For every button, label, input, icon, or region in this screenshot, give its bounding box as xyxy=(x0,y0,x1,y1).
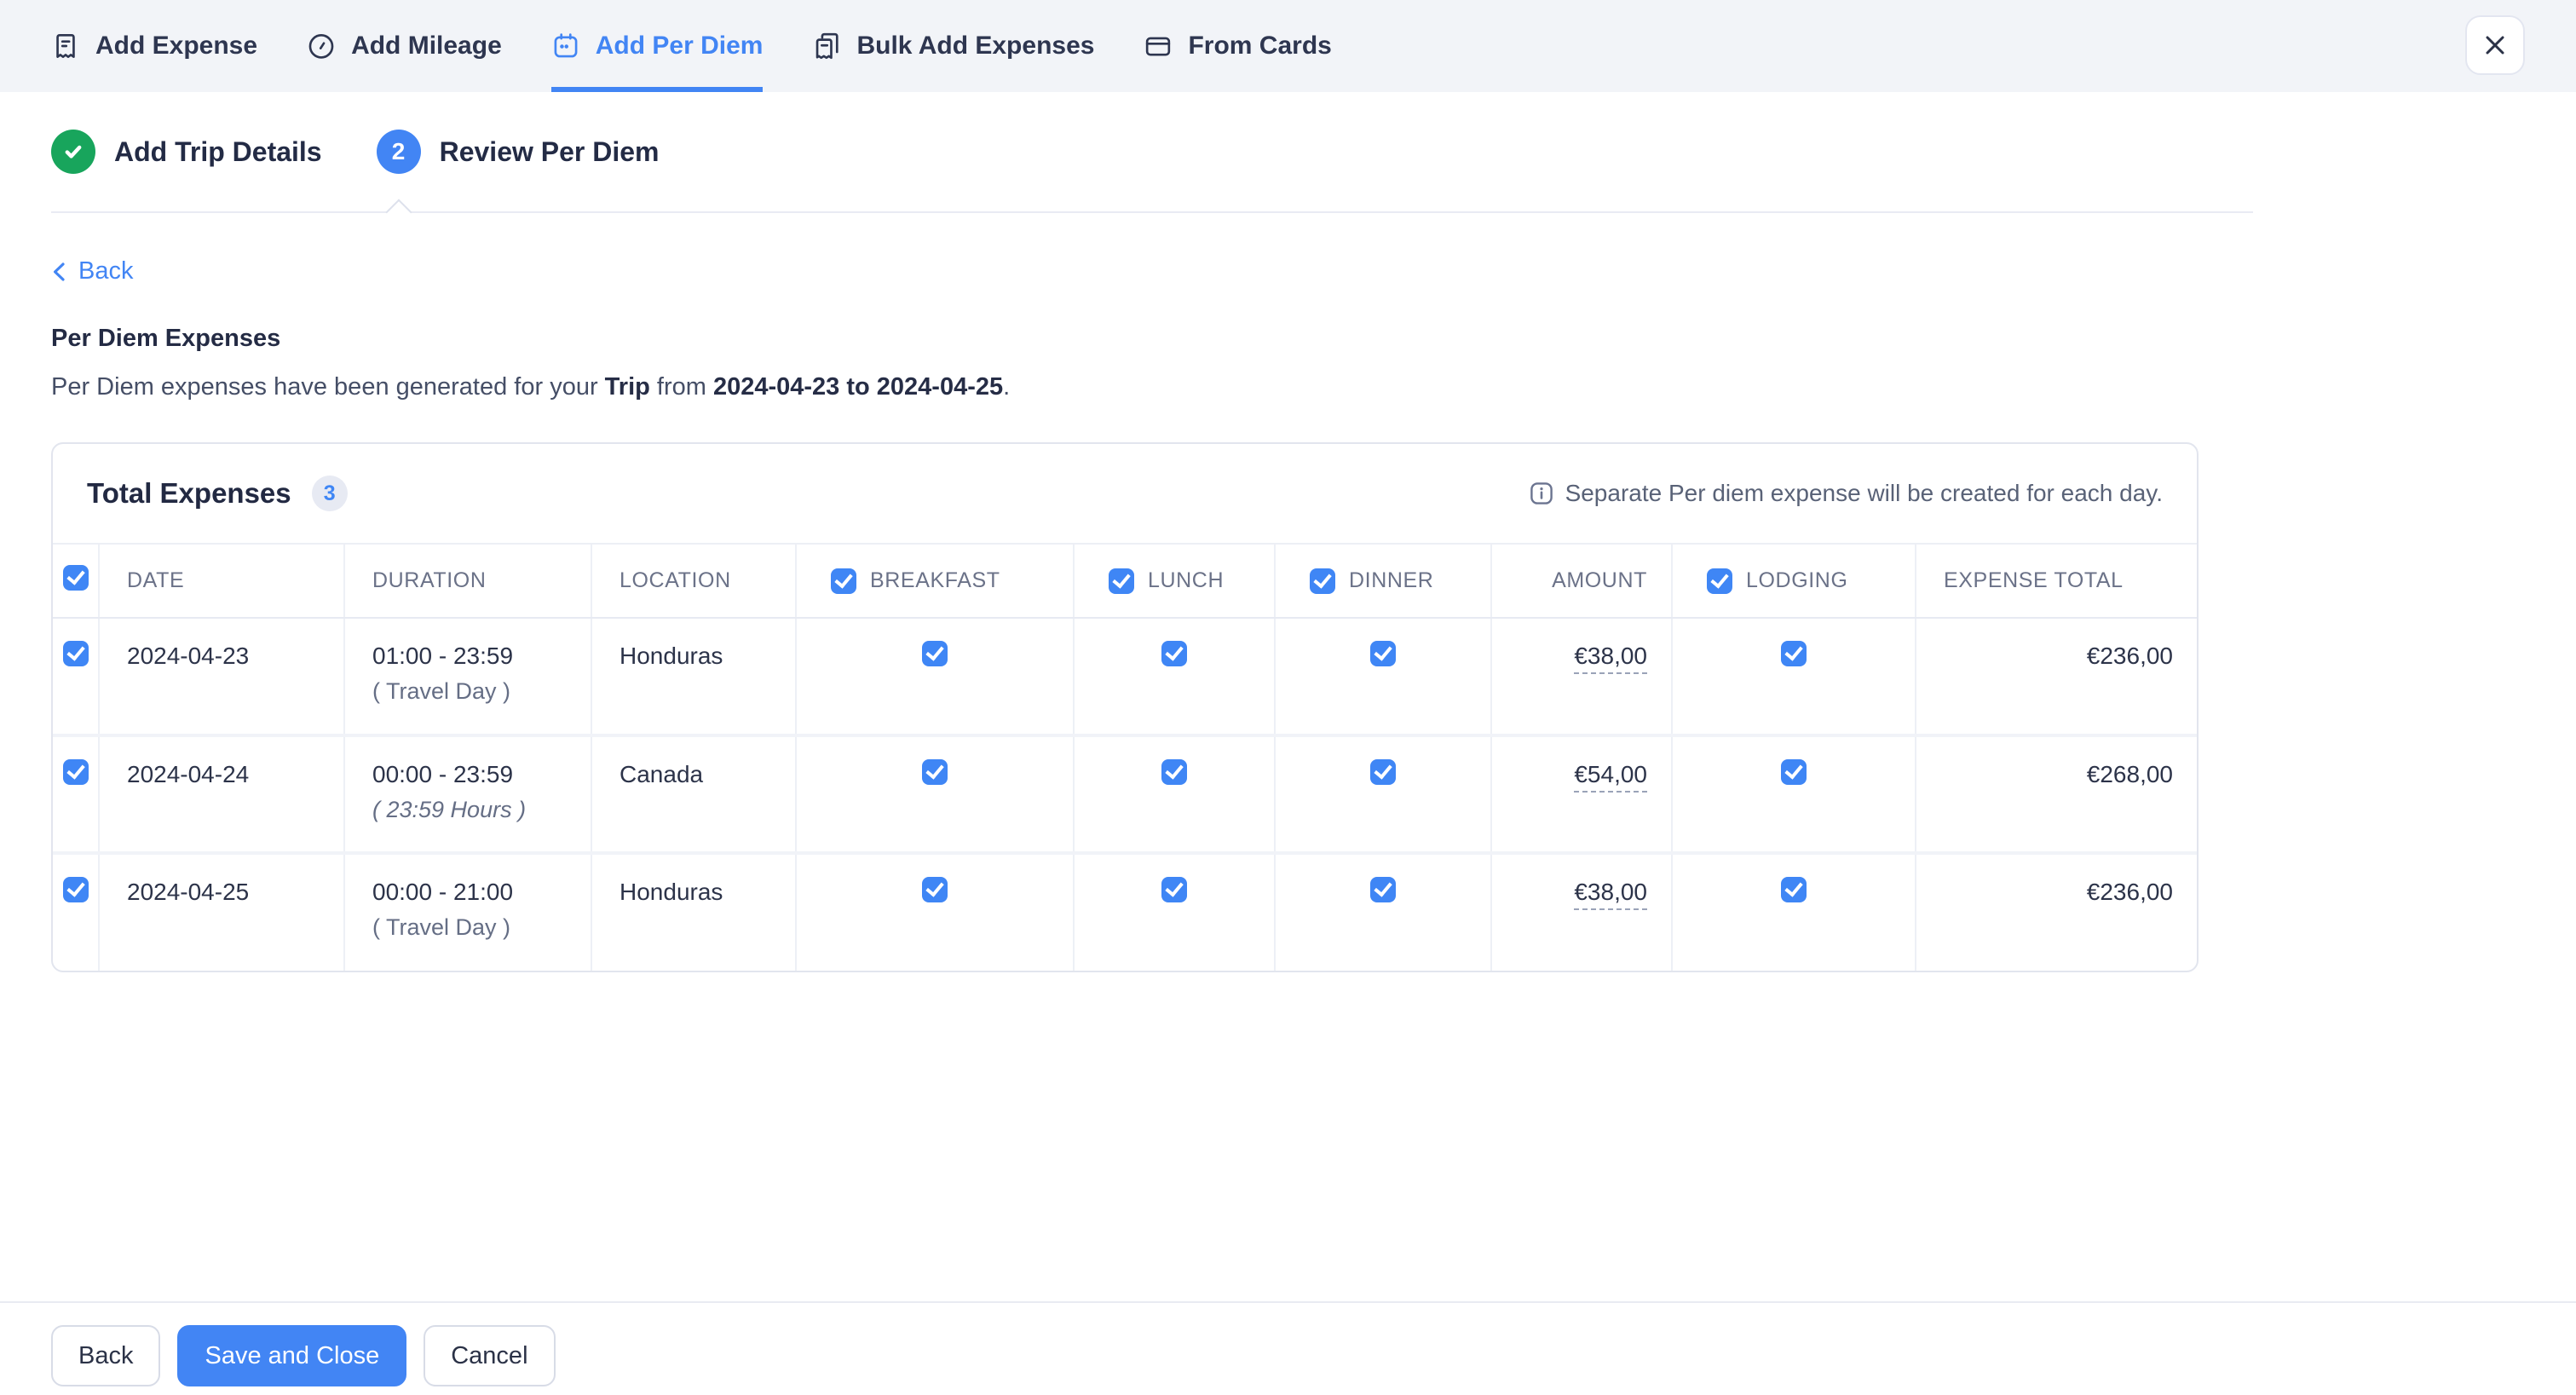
table-row: 2024-04-23 01:00 - 23:59 ( Travel Day ) … xyxy=(53,618,2199,735)
column-header-date: DATE xyxy=(99,545,344,618)
date-cell: 2024-04-25 xyxy=(99,853,344,971)
lunch-checkbox[interactable] xyxy=(1161,641,1187,666)
save-and-close-button[interactable]: Save and Close xyxy=(177,1325,406,1386)
duration-cell: 00:00 - 21:00 ( Travel Day ) xyxy=(344,853,591,971)
step-review-per-diem[interactable]: 2 Review Per Diem xyxy=(377,130,660,174)
lodging-column-checkbox[interactable] xyxy=(1707,568,1732,594)
lodging-checkbox[interactable] xyxy=(1781,759,1807,785)
per-diem-table: DATE DURATION LOCATION BREAKFAST LUNCH D… xyxy=(53,545,2199,971)
column-header-location: LOCATION xyxy=(591,545,796,618)
breakfast-checkbox[interactable] xyxy=(922,759,948,785)
cancel-button[interactable]: Cancel xyxy=(424,1325,555,1386)
step-complete-check-icon xyxy=(51,130,95,174)
location-cell: Honduras xyxy=(591,618,796,735)
breakfast-checkbox[interactable] xyxy=(922,877,948,902)
dialog-footer: Back Save and Close Cancel xyxy=(0,1301,2576,1395)
column-header-lodging: LODGING xyxy=(1746,568,1848,593)
dinner-checkbox[interactable] xyxy=(1370,877,1396,902)
duration-note: ( Travel Day ) xyxy=(372,914,589,941)
active-step-caret xyxy=(385,199,412,225)
calendar-icon xyxy=(551,32,580,61)
step-add-trip-details[interactable]: Add Trip Details xyxy=(51,130,322,174)
expense-total-cell: €236,00 xyxy=(1916,618,2199,735)
tab-label: From Cards xyxy=(1188,32,1331,61)
location-cell: Canada xyxy=(591,735,796,853)
row-select-checkbox[interactable] xyxy=(63,877,89,902)
per-diem-note: Separate Per diem expense will be create… xyxy=(1530,480,2163,507)
total-expenses-card: Total Expenses 3 Separate Per diem expen… xyxy=(51,442,2199,972)
page-description: Per Diem expenses have been generated fo… xyxy=(51,373,2576,401)
location-cell: Honduras xyxy=(591,853,796,971)
back-button[interactable]: Back xyxy=(51,1325,160,1386)
tab-label: Bulk Add Expenses xyxy=(856,32,1094,61)
amount-value[interactable]: €54,00 xyxy=(1574,761,1647,793)
amount-value[interactable]: €38,00 xyxy=(1574,879,1647,910)
close-button[interactable] xyxy=(2465,15,2525,75)
table-row: 2024-04-24 00:00 - 23:59 ( 23:59 Hours )… xyxy=(53,735,2199,853)
breakfast-checkbox[interactable] xyxy=(922,641,948,666)
column-header-lunch: LUNCH xyxy=(1148,568,1224,593)
column-header-breakfast: BREAKFAST xyxy=(870,568,1000,593)
gauge-icon xyxy=(307,32,336,61)
tab-label: Add Expense xyxy=(95,32,257,61)
expense-count-badge: 3 xyxy=(312,476,348,511)
lunch-column-checkbox[interactable] xyxy=(1109,568,1134,594)
card-header: Total Expenses 3 Separate Per diem expen… xyxy=(53,444,2197,545)
tab-from-cards[interactable]: From Cards xyxy=(1144,0,1331,92)
duration-note: ( 23:59 Hours ) xyxy=(372,797,589,823)
lunch-checkbox[interactable] xyxy=(1161,759,1187,785)
column-header-expense-total: EXPENSE TOTAL xyxy=(1916,545,2199,618)
dialog-tabbar: Add Expense Add Mileage Add Per Diem xyxy=(0,0,2576,92)
date-cell: 2024-04-23 xyxy=(99,618,344,735)
chevron-left-icon xyxy=(51,262,66,282)
breakfast-column-checkbox[interactable] xyxy=(831,568,856,594)
credit-card-icon xyxy=(1144,32,1173,61)
tab-add-expense[interactable]: Add Expense xyxy=(51,0,257,92)
lodging-checkbox[interactable] xyxy=(1781,877,1807,902)
expense-type-tabs: Add Expense Add Mileage Add Per Diem xyxy=(51,0,1332,92)
duration-cell: 00:00 - 23:59 ( 23:59 Hours ) xyxy=(344,735,591,853)
tab-add-mileage[interactable]: Add Mileage xyxy=(307,0,502,92)
info-icon xyxy=(1530,481,1553,505)
date-cell: 2024-04-24 xyxy=(99,735,344,853)
dinner-checkbox[interactable] xyxy=(1370,641,1396,666)
table-header-row: DATE DURATION LOCATION BREAKFAST LUNCH D… xyxy=(53,545,2199,618)
duration-note: ( Travel Day ) xyxy=(372,678,589,705)
step-label: Add Trip Details xyxy=(114,136,322,168)
step-label: Review Per Diem xyxy=(440,136,660,168)
dinner-column-checkbox[interactable] xyxy=(1310,568,1335,594)
back-link[interactable]: Back xyxy=(51,257,133,285)
column-header-duration: DURATION xyxy=(344,545,591,618)
row-select-checkbox[interactable] xyxy=(63,641,89,666)
amount-value[interactable]: €38,00 xyxy=(1574,643,1647,674)
select-all-checkbox[interactable] xyxy=(63,565,89,591)
column-header-dinner: DINNER xyxy=(1349,568,1433,593)
per-diem-dialog: Add Expense Add Mileage Add Per Diem xyxy=(0,0,2576,1395)
dinner-checkbox[interactable] xyxy=(1370,759,1396,785)
tab-label: Add Per Diem xyxy=(596,32,764,61)
tab-add-per-diem[interactable]: Add Per Diem xyxy=(551,0,764,92)
table-row: 2024-04-25 00:00 - 21:00 ( Travel Day ) … xyxy=(53,853,2199,971)
step-number-badge: 2 xyxy=(377,130,421,174)
column-header-amount: AMOUNT xyxy=(1491,545,1672,618)
close-icon xyxy=(2482,32,2508,58)
wizard-steps: Add Trip Details 2 Review Per Diem xyxy=(51,92,2253,213)
expense-total-cell: €268,00 xyxy=(1916,735,2199,853)
lunch-checkbox[interactable] xyxy=(1161,877,1187,902)
lodging-checkbox[interactable] xyxy=(1781,641,1807,666)
duration-cell: 01:00 - 23:59 ( Travel Day ) xyxy=(344,618,591,735)
tab-bulk-add-expenses[interactable]: Bulk Add Expenses xyxy=(812,0,1094,92)
receipt-icon xyxy=(51,32,80,61)
card-title: Total Expenses xyxy=(87,477,291,510)
tab-label: Add Mileage xyxy=(351,32,502,61)
expense-total-cell: €236,00 xyxy=(1916,853,2199,971)
page-title: Per Diem Expenses xyxy=(51,325,2576,353)
row-select-checkbox[interactable] xyxy=(63,759,89,785)
receipt-stack-icon xyxy=(812,32,841,61)
